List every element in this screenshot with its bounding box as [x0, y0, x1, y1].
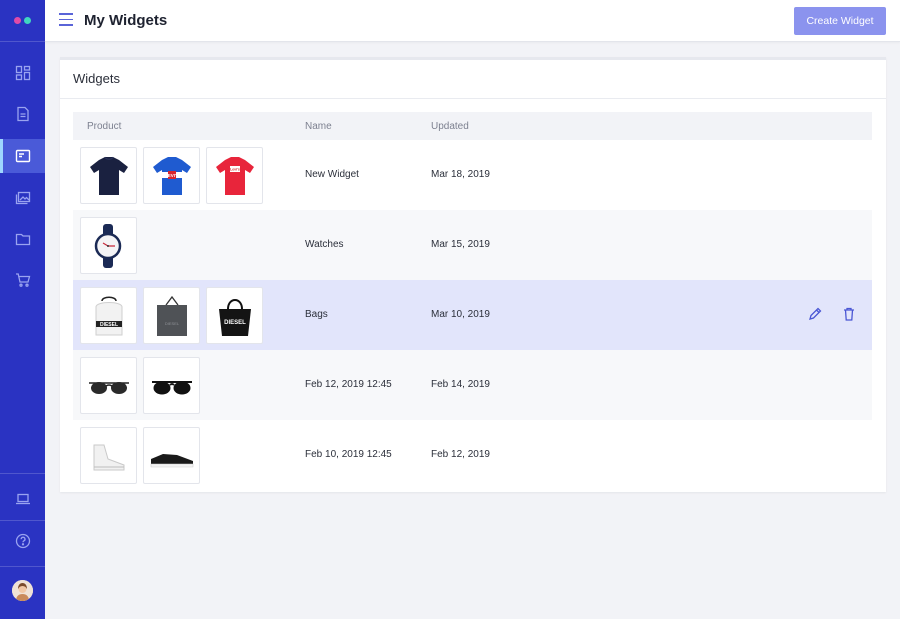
brand-text: LEVI'S — [164, 173, 178, 178]
laptop-icon — [15, 493, 30, 505]
table-header: Product Name Updated — [73, 112, 872, 140]
app-logo[interactable] — [0, 0, 45, 42]
folder-icon — [15, 233, 30, 246]
tshirt-image — [89, 156, 128, 195]
dashboard-icon — [15, 65, 30, 81]
sidebar-divider — [0, 566, 45, 567]
product-thumbnails — [80, 217, 137, 274]
widget-updated: Mar 15, 2019 — [431, 239, 490, 250]
brand-text: DIESEL — [99, 322, 117, 328]
user-avatar[interactable] — [12, 580, 33, 601]
tshirt-image: LEVI'S — [152, 156, 191, 195]
product-thumbnails — [80, 427, 200, 484]
logo-dot-teal — [24, 17, 31, 24]
sidebar-item-widgets[interactable] — [0, 139, 45, 173]
shopper-bag-image: DIESEL — [218, 298, 251, 336]
backpack-image: DIESEL — [95, 296, 122, 335]
page-title: My Widgets — [84, 12, 168, 29]
product-thumbnail[interactable] — [80, 357, 137, 414]
product-thumbnails: LEVI'S Levi's — [80, 147, 263, 204]
column-header-product[interactable]: Product — [87, 121, 121, 132]
product-thumbnail[interactable]: LEVI'S — [143, 147, 200, 204]
delete-row-button[interactable] — [841, 306, 857, 322]
sneaker-image — [93, 444, 124, 470]
tote-bag-image: DIESEL — [156, 295, 187, 336]
logo-dot-pink — [14, 17, 21, 24]
product-thumbnail[interactable]: DIESEL — [80, 287, 137, 344]
product-thumbnail[interactable] — [143, 357, 200, 414]
table-row[interactable]: Feb 10, 2019 12:45 Feb 12, 2019 — [73, 420, 872, 490]
product-thumbnails: DIESEL DIESEL DIESEL — [80, 287, 263, 344]
sidebar-item-documents[interactable] — [0, 97, 45, 131]
cart-icon — [15, 273, 30, 287]
sunglasses-image — [151, 380, 192, 394]
brand-text: Levi's — [230, 167, 240, 171]
product-thumbnail[interactable]: DIESEL — [206, 287, 263, 344]
edit-row-button[interactable] — [807, 306, 823, 322]
hamburger-icon-line — [59, 24, 73, 26]
brand-text: DIESEL — [164, 321, 179, 326]
widget-updated: Mar 18, 2019 — [431, 169, 490, 180]
product-thumbnail[interactable] — [80, 147, 137, 204]
product-thumbnail[interactable]: Levi's — [206, 147, 263, 204]
card-divider — [60, 98, 886, 99]
sidebar-item-folders[interactable] — [0, 222, 45, 256]
sunglasses-image — [88, 381, 129, 394]
create-widget-button[interactable]: Create Widget — [794, 7, 886, 35]
table-row[interactable]: Watches Mar 15, 2019 — [73, 210, 872, 280]
widget-name: Watches — [305, 239, 344, 250]
brand-text: DIESEL — [224, 320, 246, 326]
widget-name: Feb 10, 2019 12:45 — [305, 449, 392, 460]
widget-updated: Feb 12, 2019 — [431, 449, 490, 460]
tshirt-image: Levi's — [215, 156, 254, 195]
watch-image — [94, 223, 121, 268]
table-row[interactable]: DIESEL DIESEL DIESEL Bags Mar 10, 2019 — [73, 280, 872, 350]
sidebar — [0, 0, 45, 619]
sidebar-item-dashboard[interactable] — [0, 56, 45, 90]
delete-icon — [844, 307, 854, 321]
hamburger-icon-line — [59, 18, 73, 20]
document-icon — [16, 106, 29, 122]
sidebar-divider — [0, 520, 45, 521]
sidebar-item-devices[interactable] — [0, 482, 45, 516]
product-thumbnail[interactable]: DIESEL — [143, 287, 200, 344]
sidebar-divider — [0, 473, 45, 474]
product-thumbnail[interactable] — [80, 427, 137, 484]
top-header: My Widgets Create Widget — [45, 0, 900, 42]
sidebar-item-gallery[interactable] — [0, 180, 45, 214]
widget-updated: Mar 10, 2019 — [431, 309, 490, 320]
widget-icon — [15, 149, 30, 163]
widget-name: Bags — [305, 309, 328, 320]
table-row[interactable]: LEVI'S Levi's New Widget Mar 18, 2019 — [73, 140, 872, 210]
widgets-card: Widgets Product Name Updated LEVI'S Levi… — [60, 57, 886, 492]
edit-icon — [809, 307, 822, 320]
widget-name: New Widget — [305, 169, 359, 180]
widget-name: Feb 12, 2019 12:45 — [305, 379, 392, 390]
menu-toggle-button[interactable] — [59, 13, 73, 27]
gallery-icon — [15, 191, 30, 205]
widgets-table: Product Name Updated LEVI'S Levi's New W… — [73, 112, 872, 490]
table-row[interactable]: Feb 12, 2019 12:45 Feb 14, 2019 — [73, 350, 872, 420]
sidebar-item-cart[interactable] — [0, 263, 45, 297]
help-icon — [15, 533, 30, 549]
avatar-image — [12, 580, 33, 601]
card-title: Widgets — [73, 71, 120, 86]
sidebar-item-help[interactable] — [0, 524, 45, 558]
product-thumbnail[interactable] — [80, 217, 137, 274]
column-header-name[interactable]: Name — [305, 121, 332, 132]
product-thumbnails — [80, 357, 200, 414]
hamburger-icon — [59, 13, 73, 15]
product-thumbnail[interactable] — [143, 427, 200, 484]
widget-updated: Feb 14, 2019 — [431, 379, 490, 390]
sneaker-image — [150, 453, 193, 467]
column-header-updated[interactable]: Updated — [431, 121, 469, 132]
